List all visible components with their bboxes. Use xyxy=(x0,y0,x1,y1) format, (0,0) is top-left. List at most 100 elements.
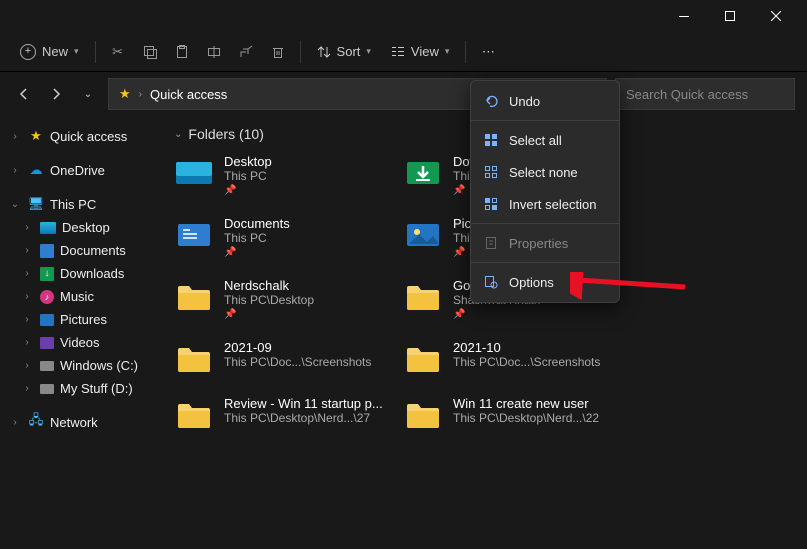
context-menu: Undo Select all Select none Invert selec… xyxy=(470,80,620,303)
more-button[interactable]: ⋯ xyxy=(474,38,502,66)
menu-label: Properties xyxy=(509,236,568,251)
chevron-right-icon: › xyxy=(8,131,22,142)
folder-icon xyxy=(174,340,214,376)
recent-button[interactable]: ⌄ xyxy=(76,82,100,106)
drive-icon xyxy=(40,361,54,371)
chevron-down-icon: ⌄ xyxy=(174,129,182,140)
chevron-right-icon: › xyxy=(20,360,34,371)
select-all-icon xyxy=(483,132,499,148)
folder-item[interactable]: Review - Win 11 startup p...This PC\Desk… xyxy=(174,396,399,432)
rename-icon[interactable] xyxy=(200,38,228,66)
select-none-icon xyxy=(483,164,499,180)
folder-item[interactable]: DocumentsThis PC📌 xyxy=(174,216,399,258)
sidebar-label: Documents xyxy=(60,243,126,258)
view-button[interactable]: View ▾ xyxy=(383,38,457,65)
folder-name: Review - Win 11 startup p... xyxy=(224,396,399,411)
cut-icon[interactable]: ✂ xyxy=(104,38,132,66)
pin-icon: 📌 xyxy=(453,309,628,320)
close-button[interactable] xyxy=(753,0,799,32)
invert-icon xyxy=(483,196,499,212)
sort-label: Sort xyxy=(337,44,361,59)
folder-icon xyxy=(403,340,443,376)
annotation-arrow xyxy=(570,272,690,302)
downloads-icon: ↓ xyxy=(40,267,54,281)
new-label: New xyxy=(42,44,68,59)
search-input[interactable]: Search Quick access xyxy=(615,78,795,110)
sidebar-label: Network xyxy=(50,415,98,430)
paste-icon[interactable] xyxy=(168,38,196,66)
sidebar-label: Videos xyxy=(60,335,100,350)
pin-icon: 📌 xyxy=(224,247,399,258)
menu-invert-selection[interactable]: Invert selection xyxy=(471,188,619,220)
chevron-right-icon: › xyxy=(20,245,34,256)
menu-label: Select all xyxy=(509,133,562,148)
sidebar-item-pictures[interactable]: ›Pictures xyxy=(0,308,159,331)
view-icon xyxy=(391,45,405,59)
sidebar-item-documents[interactable]: › Documents xyxy=(0,239,159,262)
sort-icon xyxy=(317,45,331,59)
cloud-icon: ☁ xyxy=(28,162,44,178)
sidebar-item-mystuff-d[interactable]: ›My Stuff (D:) xyxy=(0,377,159,400)
sidebar-label: Pictures xyxy=(60,312,107,327)
share-icon[interactable] xyxy=(232,38,260,66)
sort-button[interactable]: Sort ▾ xyxy=(309,38,379,65)
titlebar xyxy=(0,0,807,32)
menu-divider xyxy=(471,223,619,224)
properties-icon xyxy=(483,235,499,251)
chevron-right-icon: › xyxy=(20,337,34,348)
folder-icon xyxy=(403,154,443,190)
sidebar-item-windows-c[interactable]: ›Windows (C:) xyxy=(0,354,159,377)
folder-item[interactable]: Win 11 create new userThis PC\Desktop\Ne… xyxy=(403,396,628,432)
sidebar-item-network[interactable]: ›🖧Network xyxy=(0,410,159,434)
folder-item[interactable]: 2021-10This PC\Doc...\Screenshots xyxy=(403,340,628,376)
sidebar-label: Desktop xyxy=(62,220,110,235)
sidebar-item-this-pc[interactable]: ⌄🖥This PC xyxy=(0,192,159,216)
forward-button[interactable] xyxy=(44,82,68,106)
folder-item[interactable]: NerdschalkThis PC\Desktop📌 xyxy=(174,278,399,320)
menu-select-all[interactable]: Select all xyxy=(471,124,619,156)
chevron-right-icon: › xyxy=(8,165,22,176)
folder-path: This PC xyxy=(224,169,399,183)
menu-label: Undo xyxy=(509,94,540,109)
separator xyxy=(95,41,96,63)
separator xyxy=(465,41,466,63)
delete-icon[interactable] xyxy=(264,38,292,66)
star-icon: ★ xyxy=(119,86,131,102)
folder-path: This PC xyxy=(224,231,399,245)
folder-icon xyxy=(174,278,214,314)
folder-path: This PC\Doc...\Screenshots xyxy=(224,355,399,369)
toolbar: + New ▾ ✂ Sort ▾ View ▾ ⋯ xyxy=(0,32,807,72)
videos-icon xyxy=(40,337,54,349)
folder-icon xyxy=(403,278,443,314)
minimize-button[interactable] xyxy=(661,0,707,32)
sidebar-label: Quick access xyxy=(50,129,127,144)
chevron-right-icon: › xyxy=(139,89,142,100)
folder-name: 2021-09 xyxy=(224,340,399,355)
menu-undo[interactable]: Undo xyxy=(471,85,619,117)
chevron-right-icon: › xyxy=(8,417,22,428)
sidebar-item-music[interactable]: ›♪Music xyxy=(0,285,159,308)
folder-item[interactable]: DesktopThis PC📌 xyxy=(174,154,399,196)
view-label: View xyxy=(411,44,439,59)
folder-path: This PC\Desktop\Nerd...\27 xyxy=(224,411,399,425)
sidebar-item-downloads[interactable]: ›↓Downloads xyxy=(0,262,159,285)
pin-icon: 📌 xyxy=(224,185,399,196)
sidebar-item-videos[interactable]: › Videos xyxy=(0,331,159,354)
monitor-icon: 🖥 xyxy=(28,196,44,212)
location-text: Quick access xyxy=(150,87,227,102)
back-button[interactable] xyxy=(12,82,36,106)
menu-select-none[interactable]: Select none xyxy=(471,156,619,188)
sidebar-item-desktop[interactable]: ›Desktop xyxy=(0,216,159,239)
copy-icon[interactable] xyxy=(136,38,164,66)
new-button[interactable]: + New ▾ xyxy=(12,38,87,66)
undo-icon xyxy=(483,93,499,109)
folder-item[interactable]: 2021-09This PC\Doc...\Screenshots xyxy=(174,340,399,376)
maximize-button[interactable] xyxy=(707,0,753,32)
sidebar-item-onedrive[interactable]: ›☁OneDrive xyxy=(0,158,159,182)
menu-divider xyxy=(471,262,619,263)
desktop-icon xyxy=(40,222,56,234)
sidebar-label: Downloads xyxy=(60,266,124,281)
sidebar-item-quick-access[interactable]: ›★Quick access xyxy=(0,124,159,148)
menu-label: Options xyxy=(509,275,554,290)
pictures-icon xyxy=(40,314,54,326)
